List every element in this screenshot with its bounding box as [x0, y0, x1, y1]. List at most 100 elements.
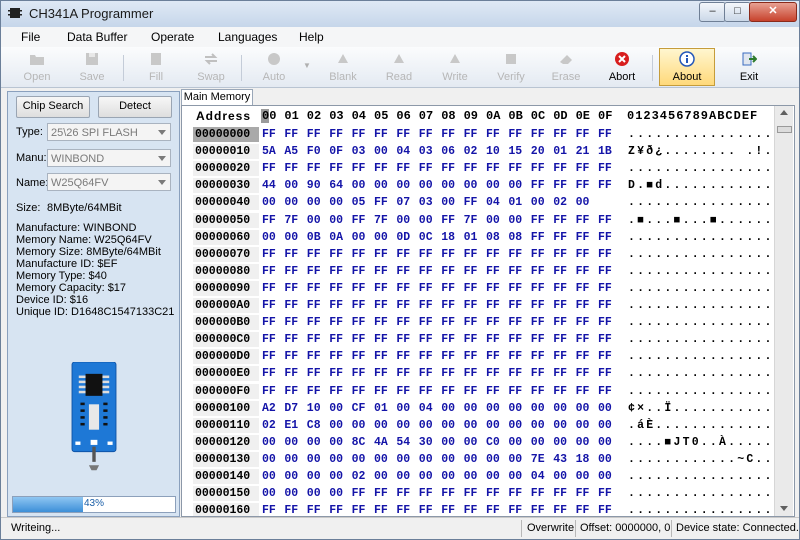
- hex-byte[interactable]: FF: [598, 179, 612, 192]
- hex-byte[interactable]: FF: [486, 350, 500, 363]
- hex-byte[interactable]: FF: [352, 248, 366, 261]
- hex-byte[interactable]: 06: [441, 145, 455, 158]
- hex-byte[interactable]: 00: [464, 453, 478, 466]
- hex-byte[interactable]: FF: [441, 248, 455, 261]
- hex-byte[interactable]: 00: [508, 402, 522, 415]
- hex-byte[interactable]: 7E: [531, 453, 545, 466]
- hex-byte[interactable]: FF: [576, 385, 590, 398]
- hex-byte[interactable]: 00: [508, 453, 522, 466]
- verify-button[interactable]: Verify: [486, 49, 536, 85]
- hex-byte[interactable]: FF: [464, 265, 478, 278]
- hex-byte[interactable]: 02: [464, 145, 478, 158]
- hex-byte[interactable]: FF: [374, 128, 388, 141]
- hex-byte[interactable]: FF: [598, 316, 612, 329]
- ascii-text[interactable]: ................: [628, 316, 774, 329]
- hex-byte[interactable]: FF: [284, 504, 298, 516]
- hex-byte[interactable]: FF: [419, 299, 433, 312]
- hex-byte[interactable]: 00: [441, 470, 455, 483]
- hex-byte[interactable]: FF: [307, 128, 321, 141]
- hex-byte[interactable]: 00: [262, 436, 276, 449]
- hex-byte[interactable]: 00: [374, 419, 388, 432]
- hex-byte[interactable]: 02: [352, 470, 366, 483]
- hex-byte[interactable]: 20: [531, 145, 545, 158]
- hex-byte[interactable]: FF: [486, 316, 500, 329]
- hex-byte[interactable]: 00: [508, 419, 522, 432]
- hex-byte[interactable]: 04: [396, 145, 410, 158]
- write-button[interactable]: Write: [430, 49, 480, 85]
- hex-byte[interactable]: FF: [576, 128, 590, 141]
- hex-byte[interactable]: 0D: [396, 231, 410, 244]
- hex-byte[interactable]: FF: [307, 162, 321, 175]
- hex-byte[interactable]: FF: [464, 248, 478, 261]
- hex-byte[interactable]: FF: [262, 162, 276, 175]
- hex-byte[interactable]: 00: [307, 214, 321, 227]
- hex-byte[interactable]: 00: [329, 419, 343, 432]
- hex-byte[interactable]: FF: [329, 333, 343, 346]
- type-select[interactable]: 25\26 SPI FLASH: [47, 123, 171, 141]
- hex-byte[interactable]: 0C: [419, 231, 433, 244]
- hex-byte[interactable]: FF: [598, 231, 612, 244]
- hex-byte[interactable]: 01: [508, 196, 522, 209]
- hex-byte[interactable]: 00: [419, 179, 433, 192]
- menu-languages[interactable]: Languages: [218, 30, 277, 44]
- maximize-button[interactable]: □: [724, 2, 751, 22]
- ascii-text[interactable]: ¢×..Ï...........: [628, 402, 774, 415]
- hex-byte[interactable]: FF: [352, 333, 366, 346]
- hex-byte[interactable]: 07: [396, 196, 410, 209]
- hex-byte[interactable]: 00: [441, 179, 455, 192]
- ascii-text[interactable]: .■...■...■......: [628, 214, 774, 227]
- hex-byte[interactable]: A5: [284, 145, 298, 158]
- hex-byte[interactable]: 00: [419, 453, 433, 466]
- hex-byte[interactable]: 00: [553, 402, 567, 415]
- hex-row[interactable]: 00000060 00 00 0B 0A 00 00 0D 0C 18 01 08 08 FF FF FF FF…: [182, 229, 774, 246]
- hex-byte[interactable]: 00: [396, 419, 410, 432]
- hex-byte[interactable]: FF: [531, 299, 545, 312]
- hex-byte[interactable]: 00: [486, 402, 500, 415]
- hex-byte[interactable]: 00: [508, 179, 522, 192]
- hex-byte[interactable]: FF: [307, 316, 321, 329]
- exit-button[interactable]: Exit: [724, 49, 774, 85]
- ascii-text[interactable]: ................: [628, 333, 774, 346]
- hex-byte[interactable]: 00: [307, 436, 321, 449]
- hex-byte[interactable]: FF: [329, 350, 343, 363]
- hex-byte[interactable]: FF: [419, 385, 433, 398]
- hex-byte[interactable]: 00: [576, 419, 590, 432]
- erase-button[interactable]: Erase: [541, 49, 591, 85]
- hex-byte[interactable]: 00: [396, 214, 410, 227]
- hex-byte[interactable]: FF: [486, 282, 500, 295]
- hex-byte[interactable]: FF: [396, 282, 410, 295]
- menu-operate[interactable]: Operate: [151, 30, 194, 44]
- vertical-scrollbar[interactable]: [774, 106, 793, 516]
- ascii-text[interactable]: ................: [628, 299, 774, 312]
- hex-byte[interactable]: FF: [352, 214, 366, 227]
- hex-row[interactable]: 00000120 00 00 00 00 8C 4A 54 30 00 00 C0 00 00 00 00 00…: [182, 434, 774, 451]
- hex-byte[interactable]: FF: [284, 265, 298, 278]
- hex-row[interactable]: 000000C0 FF FF FF FF FF FF FF FF FF FF FF FF FF FF FF FF…: [182, 331, 774, 348]
- scroll-down-icon[interactable]: [780, 506, 788, 511]
- hex-byte[interactable]: 00: [576, 436, 590, 449]
- hex-byte[interactable]: 01: [374, 402, 388, 415]
- hex-byte[interactable]: FF: [508, 316, 522, 329]
- chip-search-button[interactable]: Chip Search: [16, 96, 90, 118]
- hex-byte[interactable]: A2: [262, 402, 276, 415]
- hex-byte[interactable]: FF: [374, 333, 388, 346]
- hex-byte[interactable]: 00: [262, 470, 276, 483]
- hex-byte[interactable]: FF: [419, 367, 433, 380]
- hex-byte[interactable]: FF: [284, 333, 298, 346]
- hex-byte[interactable]: FF: [396, 162, 410, 175]
- hex-byte[interactable]: FF: [464, 504, 478, 516]
- hex-byte[interactable]: FF: [352, 367, 366, 380]
- hex-byte[interactable]: 00: [486, 214, 500, 227]
- hex-byte[interactable]: FF: [352, 128, 366, 141]
- hex-byte[interactable]: FF: [374, 282, 388, 295]
- hex-byte[interactable]: 00: [284, 436, 298, 449]
- hex-byte[interactable]: FF: [508, 282, 522, 295]
- ascii-text[interactable]: .áÈ.............: [628, 419, 774, 432]
- hex-byte[interactable]: FF: [576, 282, 590, 295]
- hex-byte[interactable]: 02: [553, 196, 567, 209]
- hex-byte[interactable]: 00: [598, 470, 612, 483]
- hex-byte[interactable]: 01: [464, 231, 478, 244]
- hex-byte[interactable]: FF: [352, 316, 366, 329]
- hex-byte[interactable]: 00: [598, 419, 612, 432]
- hex-byte[interactable]: FF: [553, 179, 567, 192]
